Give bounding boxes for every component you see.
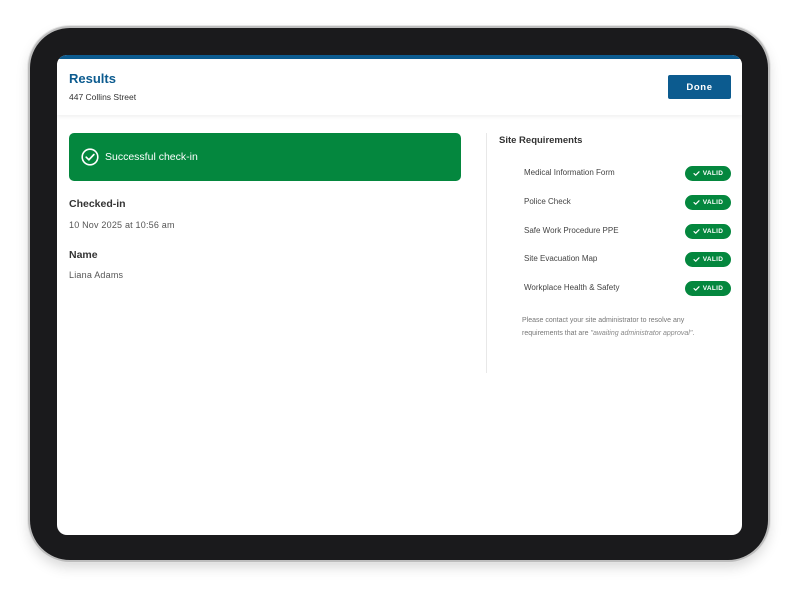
requirement-label: Safe Work Procedure PPE bbox=[524, 226, 619, 235]
check-icon bbox=[693, 228, 700, 235]
header: Results 447 Collins Street Done bbox=[57, 59, 742, 115]
note-suffix: . bbox=[692, 329, 695, 337]
requirement-item: Site Evacuation Map VALID bbox=[524, 252, 731, 268]
requirement-item: Safe Work Procedure PPE VALID bbox=[524, 224, 731, 240]
requirement-label: Medical Information Form bbox=[524, 168, 615, 177]
requirement-item: Workplace Health & Safety VALID bbox=[524, 281, 731, 297]
valid-badge-label: VALID bbox=[702, 285, 724, 292]
valid-badge: VALID bbox=[685, 252, 731, 267]
name-label: Name bbox=[69, 249, 98, 261]
tablet-screen: Results 447 Collins Street Done Successf… bbox=[57, 55, 742, 535]
valid-badge: VALID bbox=[685, 195, 731, 210]
valid-badge-label: VALID bbox=[702, 256, 724, 263]
requirement-label: Workplace Health & Safety bbox=[524, 283, 620, 292]
valid-badge-label: VALID bbox=[702, 170, 724, 177]
checked-in-label: Checked-in bbox=[69, 198, 126, 210]
note-emphasis: "awaiting administrator approval" bbox=[590, 329, 693, 337]
done-button[interactable]: Done bbox=[668, 75, 731, 99]
site-address: 447 Collins Street bbox=[69, 92, 137, 102]
check-circle-icon bbox=[81, 148, 99, 166]
check-icon bbox=[693, 285, 700, 292]
valid-badge-label: VALID bbox=[702, 199, 724, 206]
check-icon bbox=[693, 199, 700, 206]
page-title: Results bbox=[69, 71, 116, 86]
valid-badge-label: VALID bbox=[702, 228, 724, 235]
checked-in-value: 10 Nov 2025 at 10:56 am bbox=[69, 220, 175, 230]
check-icon bbox=[693, 170, 700, 177]
requirement-label: Police Check bbox=[524, 197, 571, 206]
success-message: Successful check-in bbox=[105, 151, 198, 163]
requirements-note: Please contact your site administrator t… bbox=[522, 315, 710, 340]
requirement-item: Medical Information Form VALID bbox=[524, 166, 731, 182]
success-banner: Successful check-in bbox=[69, 133, 461, 181]
requirement-item: Police Check VALID bbox=[524, 195, 731, 211]
requirement-label: Site Evacuation Map bbox=[524, 254, 598, 263]
valid-badge: VALID bbox=[685, 166, 731, 181]
name-value: Liana Adams bbox=[69, 270, 124, 280]
check-icon bbox=[693, 256, 700, 263]
column-divider bbox=[486, 133, 487, 373]
valid-badge: VALID bbox=[685, 224, 731, 239]
valid-badge: VALID bbox=[685, 281, 731, 296]
site-requirements-title: Site Requirements bbox=[499, 135, 583, 146]
page: Results 447 Collins Street Done Successf… bbox=[0, 0, 800, 591]
